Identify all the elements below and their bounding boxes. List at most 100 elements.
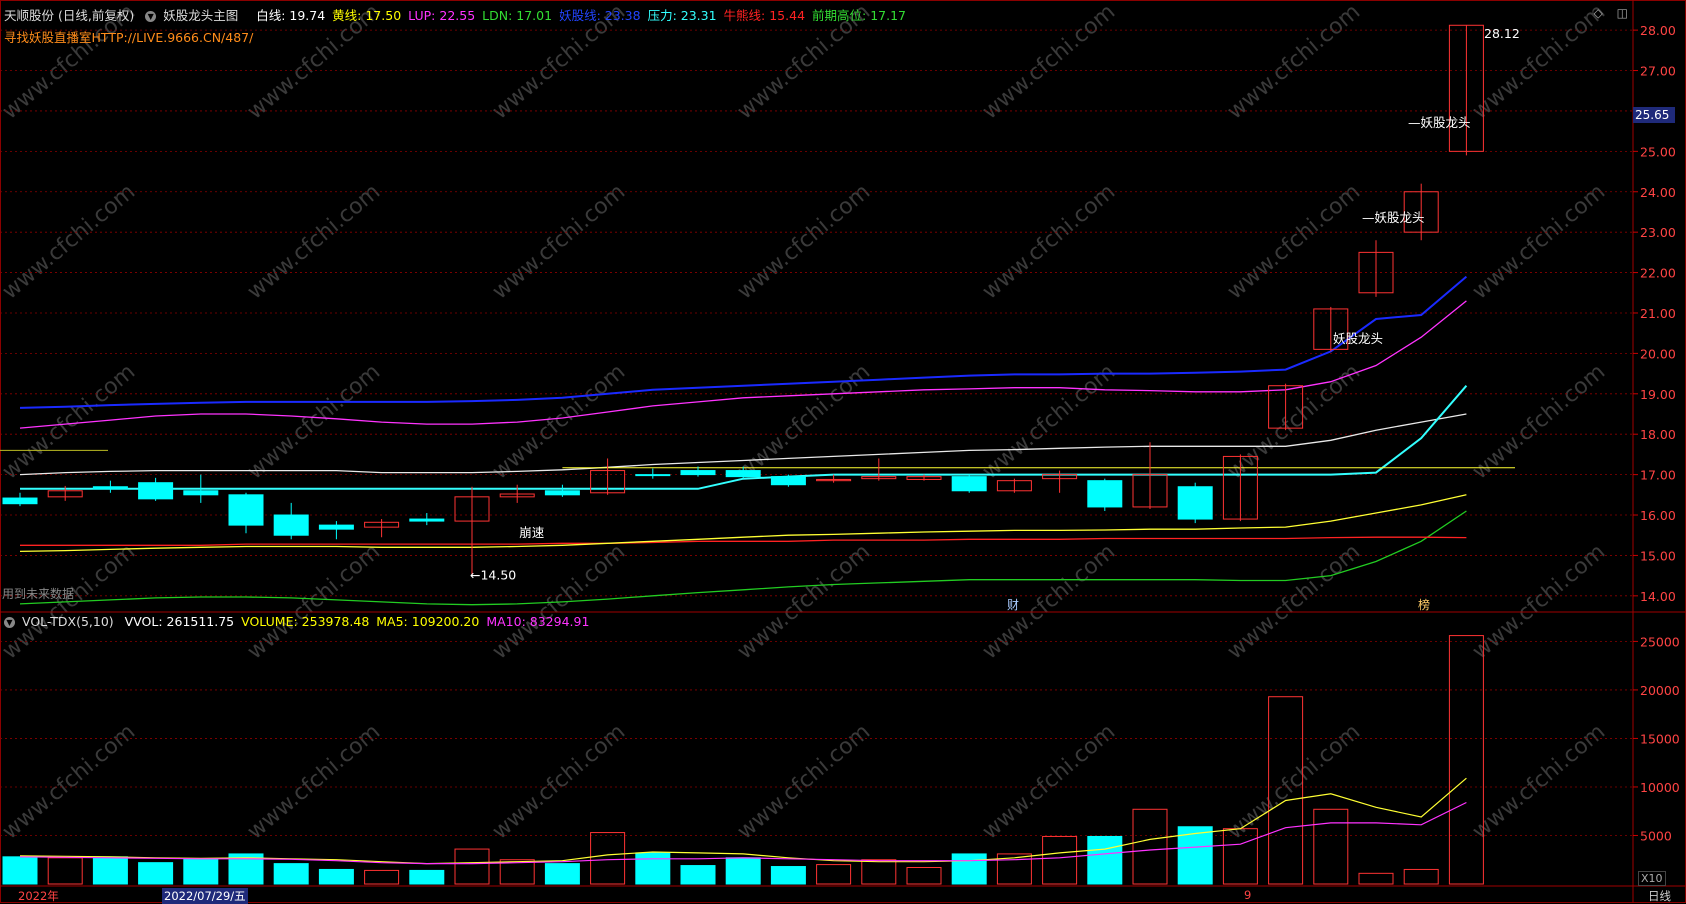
volume-value-0: VVOL: 261511.75 (124, 614, 235, 629)
volume-values: VVOL: 261511.75 VOLUME: 253978.48 MA5: 109… (125, 614, 597, 629)
volume-bar (2, 856, 38, 885)
dragon-label-3: 妖股龙头 (1333, 331, 1383, 346)
volume-bar (1132, 808, 1168, 885)
price-tick-label: 16.00 (1640, 508, 1676, 523)
watermark-text: www.cfchi.com (1468, 539, 1610, 664)
volume-bar (635, 852, 671, 885)
price-tick-label: 24.00 (1640, 185, 1676, 200)
subtitle-link[interactable]: 寻找妖股直播室HTTP://LIVE.9666.CN/487/ (4, 27, 253, 46)
volume-bar (454, 848, 490, 885)
watermark-text: www.cfchi.com (978, 359, 1120, 484)
volume-bar (906, 867, 942, 885)
dragon-label-2: —妖股龙头 (1362, 210, 1425, 225)
future-data-note: 用到未来数据 (2, 587, 75, 601)
watermark-text: www.cfchi.com (488, 179, 630, 304)
volume-bar (544, 863, 580, 885)
watermark-text: www.cfchi.com (733, 359, 875, 484)
period-label[interactable]: 日线 (1648, 888, 1671, 904)
price-tick-label: 14.00 (1640, 589, 1676, 604)
watermark-text: www.cfchi.com (978, 0, 1120, 125)
header-value-7: 前期高位: 17.17 (812, 8, 907, 23)
volume-bar (47, 857, 83, 885)
watermark-text: www.cfchi.com (978, 719, 1120, 844)
candle-body (635, 474, 671, 477)
indicator-gear-icon[interactable]: ▼ (145, 11, 157, 22)
high-price-label: 28.12 (1484, 26, 1520, 41)
watermark-text: www.cfchi.com (0, 179, 140, 304)
candle-body (183, 490, 219, 496)
candle-body (544, 490, 580, 496)
volume-bar (138, 862, 174, 885)
volume-value-1: VOLUME: 253978.48 (241, 614, 370, 629)
watermark-text: www.cfchi.com (1223, 539, 1365, 664)
volume-bar (92, 856, 128, 885)
watermark-text: www.cfchi.com (1223, 359, 1365, 484)
volume-bar (1358, 872, 1394, 885)
price-tick-label: 22.00 (1640, 266, 1676, 281)
watermark-text: www.cfchi.com (733, 179, 875, 304)
price-tick-label: 28.00 (1640, 23, 1676, 38)
watermark-text: www.cfchi.com (733, 719, 875, 844)
watermark-text: www.cfchi.com (1468, 719, 1610, 844)
watermark-text: www.cfchi.com (978, 539, 1120, 664)
price-tick-label: 20.00 (1640, 346, 1676, 361)
date-year: 2022年 (18, 889, 59, 903)
watermark-text: www.cfchi.com (1223, 0, 1365, 125)
watermark-text: www.cfchi.com (0, 359, 140, 484)
volume-bar (318, 868, 354, 885)
watermark-text: www.cfchi.com (978, 179, 1120, 304)
price-tick-label: 23.00 (1640, 225, 1676, 240)
low-price-label: ←14.50 (470, 568, 516, 583)
candle-body (138, 482, 174, 500)
watermark-text: www.cfchi.com (488, 719, 630, 844)
volume-bar (1313, 808, 1349, 885)
watermark-text: www.cfchi.com (243, 359, 385, 484)
header-value-4: 妖股线: 23.38 (559, 8, 641, 23)
price-tick-label: 15.00 (1640, 548, 1676, 563)
indicator-name[interactable]: ▼ 妖股龙头主图 (145, 8, 245, 23)
volume-bar (364, 869, 400, 885)
header-value-1: 黄线: 17.50 (332, 8, 402, 23)
price-tick-label: 21.00 (1640, 306, 1676, 321)
header-value-5: 压力: 23.31 (647, 8, 717, 23)
candle-body (1087, 480, 1123, 508)
bull_bear-line (20, 536, 1467, 546)
chart-canvas: www.cfchi.com www.cfchi.com www.cfchi.com w… (0, 0, 1686, 903)
candle-body (318, 524, 354, 530)
volume-bar (1042, 835, 1078, 885)
volume-bar (861, 859, 897, 885)
candle-body (409, 518, 445, 522)
volume-bar (183, 858, 219, 885)
candle-body (1177, 486, 1213, 520)
price-tick-label: 18.00 (1640, 427, 1676, 442)
volume-title[interactable]: VOL-TDX(5,10) (22, 614, 114, 629)
price-tick-label: 27.00 (1640, 64, 1676, 79)
volume-bar (1087, 835, 1123, 885)
watermark-text: www.cfchi.com (243, 539, 385, 664)
volume-bar (273, 863, 309, 885)
price-grid (0, 0, 1686, 903)
volume-tick-label: 15000 (1640, 731, 1680, 746)
watermark-text: www.cfchi.com (243, 719, 385, 844)
restore-icon[interactable]: ◫ (1617, 6, 1628, 20)
finance-tag: 财 (1007, 598, 1019, 612)
candle-body (725, 470, 761, 478)
watermark-text: www.cfchi.com (1468, 179, 1610, 304)
volume-bars (2, 635, 1484, 885)
list-tag: 榜 (1418, 597, 1430, 612)
candle-body (92, 486, 128, 490)
outer-frame (0, 0, 1686, 903)
volume-tick-label: 20000 (1640, 683, 1680, 698)
volume-bar (590, 832, 626, 885)
volume-bar (951, 853, 987, 885)
candle-body (2, 497, 38, 505)
candle-body (680, 470, 716, 476)
volume-bar (725, 857, 761, 885)
volume-tick-label: 5000 (1640, 828, 1672, 843)
indicator-gear-icon[interactable]: ▼ (4, 617, 15, 628)
date-cursor: 2022/07/29/五 (162, 888, 248, 904)
diamond-icon[interactable]: ◇ (1594, 6, 1603, 20)
stock-name[interactable]: 天顺股份 (日线,前复权) (4, 8, 134, 23)
header-value-0: 白线: 19.74 (256, 8, 326, 23)
header-value-2: LUP: 22.55 (408, 8, 476, 23)
